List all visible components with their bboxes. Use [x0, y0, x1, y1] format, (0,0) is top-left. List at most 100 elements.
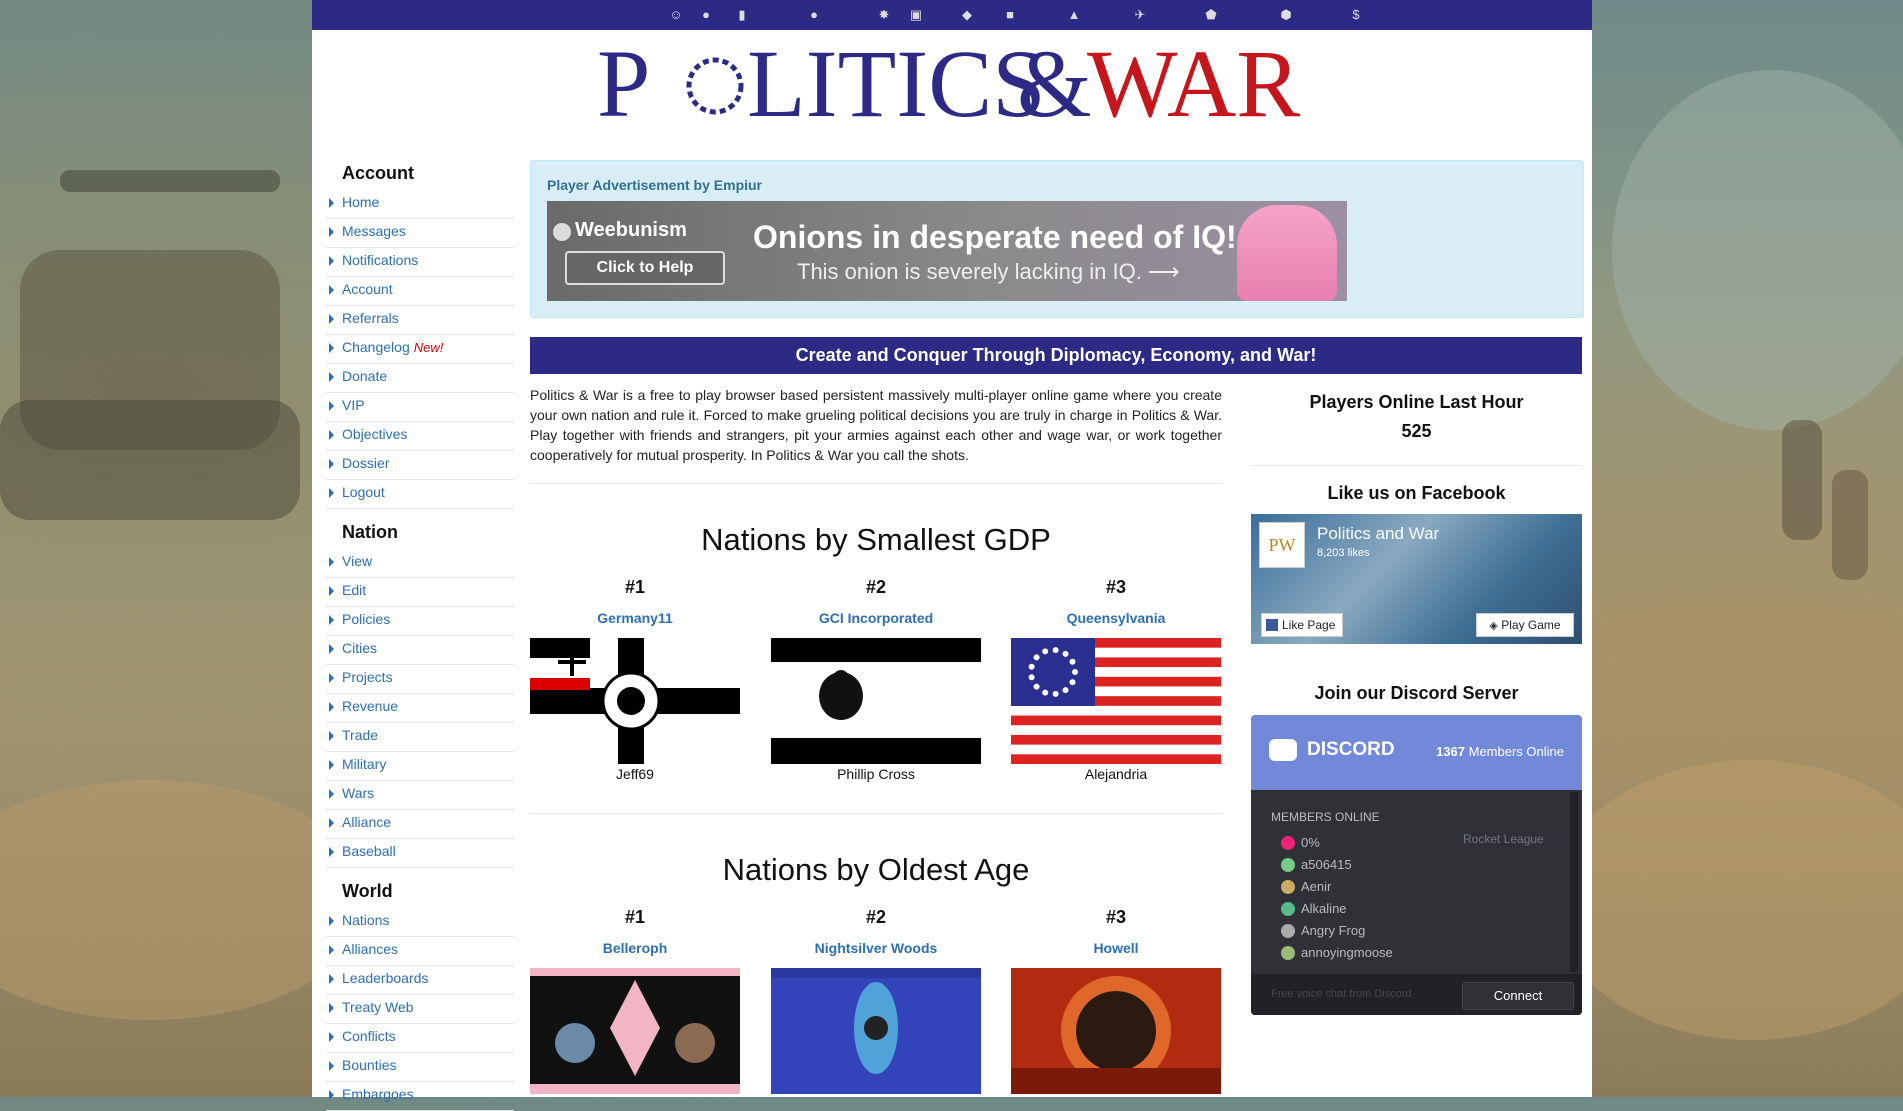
- coin-icon[interactable]: ●: [806, 7, 822, 23]
- sidebar-link[interactable]: Bounties: [342, 1057, 396, 1073]
- gdp-nation-link-2[interactable]: GCI Incorporated: [771, 610, 981, 626]
- sidebar-item-view[interactable]: View: [326, 549, 514, 578]
- sidebar-item-leaderboards[interactable]: Leaderboards: [326, 966, 514, 995]
- chart-icon[interactable]: ▲: [1066, 7, 1082, 23]
- sidebar-link[interactable]: Changelog: [342, 339, 410, 355]
- sidebar-link[interactable]: Edit: [342, 582, 366, 598]
- sidebar-item-projects[interactable]: Projects: [326, 665, 514, 694]
- sidebar-link[interactable]: Treaty Web: [342, 999, 414, 1015]
- sidebar-link[interactable]: Donate: [342, 368, 387, 384]
- sidebar-item-notifications[interactable]: Notifications: [326, 248, 514, 277]
- gdp-rank-3: #3: [1105, 577, 1127, 597]
- ad-banner[interactable]: Weebunism Click to Help Onions in desper…: [547, 201, 1347, 301]
- fb-play-game-button[interactable]: ◈ Play Game: [1476, 613, 1574, 637]
- gdp-nation-link-3[interactable]: Queensylvania: [1011, 610, 1221, 626]
- facebook-widget[interactable]: PW Politics and War 8,203 likes Like Pag…: [1251, 514, 1582, 644]
- sidebar-item-treaty-web[interactable]: Treaty Web: [326, 995, 514, 1024]
- gdp-nation-link-1[interactable]: Germany11: [530, 610, 740, 626]
- discord-member[interactable]: Alkaline: [1281, 898, 1571, 920]
- sidebar-link[interactable]: Wars: [342, 785, 374, 801]
- discord-member[interactable]: annoyingmoose: [1281, 942, 1571, 964]
- sidebar-link[interactable]: View: [342, 553, 372, 569]
- sidebar-link[interactable]: Objectives: [342, 426, 407, 442]
- ad-title: Player Advertisement by Empiur: [547, 177, 763, 193]
- plane-icon[interactable]: ✈: [1132, 7, 1148, 23]
- sidebar-link[interactable]: VIP: [342, 397, 365, 413]
- flag-belleroph[interactable]: [530, 968, 740, 1094]
- sidebar-item-trade[interactable]: Trade: [326, 723, 514, 752]
- triangle-right-icon: [329, 314, 334, 324]
- click-to-help-button[interactable]: Click to Help: [565, 251, 725, 285]
- intro-text: Politics & War is a free to play browser…: [530, 387, 1222, 463]
- ammo-icon[interactable]: ▣: [908, 7, 924, 23]
- dollar-icon[interactable]: $: [1348, 7, 1364, 23]
- sidebar-item-military[interactable]: Military: [326, 752, 514, 781]
- discord-connect-button[interactable]: Connect: [1462, 982, 1574, 1010]
- sidebar-item-donate[interactable]: Donate: [326, 364, 514, 393]
- sidebar-link[interactable]: Account: [342, 281, 393, 297]
- sidebar-link[interactable]: Cities: [342, 640, 377, 656]
- sidebar-item-wars[interactable]: Wars: [326, 781, 514, 810]
- sidebar-item-cities[interactable]: Cities: [326, 636, 514, 665]
- sidebar-item-objectives[interactable]: Objectives: [326, 422, 514, 451]
- sidebar-item-changelog[interactable]: Changelog New!: [326, 335, 514, 364]
- barrel-icon[interactable]: ▮: [734, 7, 750, 23]
- discord-member[interactable]: Angry Frog: [1281, 920, 1571, 942]
- box-icon[interactable]: ■: [1002, 7, 1018, 23]
- bomb-icon[interactable]: ✸: [876, 7, 892, 23]
- sidebar-item-nations[interactable]: Nations: [326, 908, 514, 937]
- age-nation-link-3[interactable]: Howell: [1011, 940, 1221, 956]
- badge-icon[interactable]: ⬢: [1278, 7, 1294, 23]
- sidebar-link[interactable]: Trade: [342, 727, 378, 743]
- sidebar-item-home[interactable]: Home: [326, 190, 514, 219]
- sidebar-item-account[interactable]: Account: [326, 277, 514, 306]
- flag-nightsilver[interactable]: [771, 968, 981, 1094]
- discord-scrollbar[interactable]: [1570, 792, 1578, 972]
- sidebar-link[interactable]: Alliance: [342, 814, 391, 830]
- sidebar-link[interactable]: Embargoes: [342, 1086, 414, 1102]
- sidebar-item-alliance[interactable]: Alliance: [326, 810, 514, 839]
- sidebar-link[interactable]: Leaderboards: [342, 970, 428, 986]
- discord-member[interactable]: Aenir: [1281, 876, 1571, 898]
- tank-icon[interactable]: ●: [698, 7, 714, 23]
- sidebar-item-vip[interactable]: VIP: [326, 393, 514, 422]
- sidebar-item-dossier[interactable]: Dossier: [326, 451, 514, 480]
- shield-icon[interactable]: ⬟: [1203, 7, 1219, 23]
- site-logo[interactable]: P LITICS & WAR: [597, 28, 1307, 137]
- sidebar-item-baseball[interactable]: Baseball: [326, 839, 514, 868]
- sidebar-item-referrals[interactable]: Referrals: [326, 306, 514, 335]
- sidebar-link[interactable]: Projects: [342, 669, 393, 685]
- age-nation-link-1[interactable]: Belleroph: [530, 940, 740, 956]
- sidebar-item-logout[interactable]: Logout: [326, 480, 514, 509]
- fb-page-name[interactable]: Politics and War: [1317, 524, 1439, 544]
- sidebar-link[interactable]: Nations: [342, 912, 389, 928]
- sidebar-link[interactable]: Military: [342, 756, 386, 772]
- sidebar-item-messages[interactable]: Messages: [326, 219, 514, 248]
- sidebar-item-conflicts[interactable]: Conflicts: [326, 1024, 514, 1053]
- sidebar-item-policies[interactable]: Policies: [326, 607, 514, 636]
- pill-icon[interactable]: ◆: [959, 7, 975, 23]
- sidebar-link[interactable]: Notifications: [342, 252, 418, 268]
- sidebar-link[interactable]: Home: [342, 194, 379, 210]
- fb-like-button[interactable]: Like Page: [1261, 613, 1343, 637]
- smiley-icon[interactable]: ☺: [668, 7, 684, 23]
- sidebar-item-bounties[interactable]: Bounties: [326, 1053, 514, 1082]
- sidebar-link[interactable]: Policies: [342, 611, 390, 627]
- flag-gci-eagle[interactable]: [771, 638, 981, 764]
- discord-member[interactable]: a506415: [1281, 854, 1571, 876]
- sidebar-item-revenue[interactable]: Revenue: [326, 694, 514, 723]
- sidebar-link[interactable]: Referrals: [342, 310, 399, 326]
- sidebar-item-edit[interactable]: Edit: [326, 578, 514, 607]
- sidebar-link[interactable]: Conflicts: [342, 1028, 396, 1044]
- age-nation-link-2[interactable]: Nightsilver Woods: [771, 940, 981, 956]
- flag-imperial-german[interactable]: [530, 638, 740, 764]
- sidebar-link[interactable]: Baseball: [342, 843, 396, 859]
- sidebar-link[interactable]: Alliances: [342, 941, 398, 957]
- flag-stars-stripes[interactable]: [1011, 638, 1221, 764]
- sidebar-link[interactable]: Dossier: [342, 455, 389, 471]
- sidebar-link[interactable]: Messages: [342, 223, 406, 239]
- sidebar-item-alliances[interactable]: Alliances: [326, 937, 514, 966]
- sidebar-link[interactable]: Logout: [342, 484, 385, 500]
- sidebar-link[interactable]: Revenue: [342, 698, 398, 714]
- flag-howell[interactable]: [1011, 968, 1221, 1094]
